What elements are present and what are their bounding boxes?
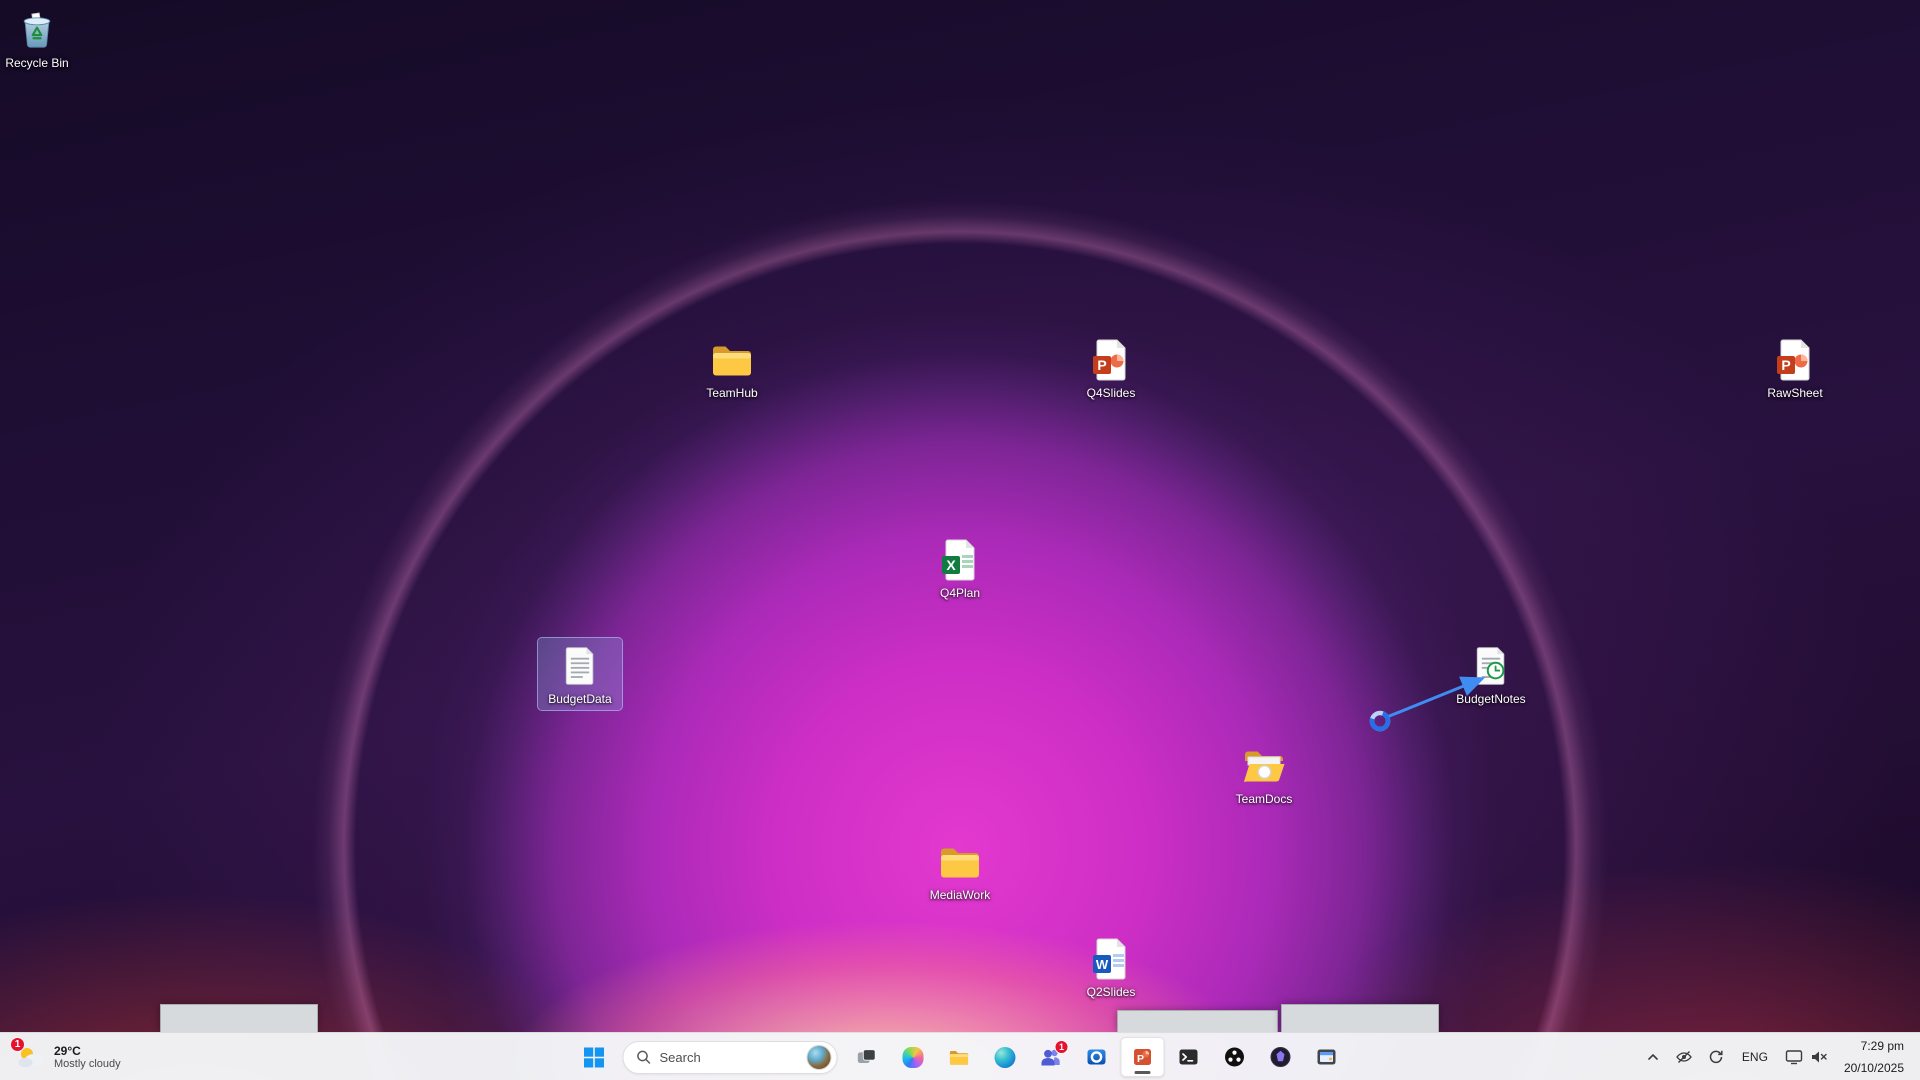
desktop-screen: Recycle Bin TeamHub P Q4Slides: [0, 0, 1920, 1080]
taskbar-button-window-app[interactable]: [1305, 1037, 1349, 1077]
recycle-bin-icon: [13, 6, 61, 54]
outlook-icon: [1086, 1046, 1108, 1068]
edge-icon: [994, 1047, 1015, 1068]
powerpoint-file-icon: P: [1771, 336, 1819, 384]
dark-circle-app-icon: [1270, 1046, 1292, 1068]
background-window-strip-3[interactable]: [1281, 1004, 1439, 1032]
svg-text:P: P: [1781, 357, 1790, 373]
desktop-icon-teamhub[interactable]: TeamHub: [690, 332, 774, 404]
folder-icon: [708, 336, 756, 384]
icon-label: Q4Plan: [940, 587, 980, 601]
taskbar-button-outlook[interactable]: [1075, 1037, 1119, 1077]
background-window-strip-1[interactable]: [160, 1004, 318, 1032]
taskbar-button-terminal[interactable]: [1167, 1037, 1211, 1077]
taskbar: 1 29°C Mostly cloudy: [0, 1032, 1920, 1080]
volume-muted-icon: [1810, 1049, 1828, 1065]
teams-badge: 1: [1055, 1040, 1069, 1054]
document-icon: [556, 642, 604, 690]
taskbar-button-task-view[interactable]: [845, 1037, 889, 1077]
background-window-strip-2[interactable]: [1117, 1010, 1278, 1032]
chevron-up-icon: [1645, 1049, 1661, 1065]
svg-text:P: P: [1097, 357, 1106, 373]
icon-label: BudgetData: [548, 693, 611, 707]
file-explorer-icon: [947, 1046, 970, 1069]
desktop-icon-recycle-bin[interactable]: Recycle Bin: [0, 2, 79, 74]
excel-file-icon: X: [936, 536, 984, 584]
tray-eye-off-button[interactable]: [1669, 1037, 1699, 1077]
terminal-icon: [1178, 1046, 1200, 1068]
weather-badge: 1: [10, 1037, 25, 1052]
powerpoint-file-icon: P: [1087, 336, 1135, 384]
system-tray-icons[interactable]: [1779, 1037, 1834, 1077]
tray-sync-button[interactable]: [1701, 1037, 1731, 1077]
copilot-icon: [902, 1047, 923, 1068]
svg-text:X: X: [946, 557, 956, 573]
document-clock-icon: [1467, 642, 1515, 690]
icon-label: MediaWork: [930, 889, 990, 903]
clock[interactable]: 7:29 pm 20/10/2025: [1836, 1037, 1916, 1077]
icon-label: BudgetNotes: [1456, 693, 1525, 707]
obs-studio-icon: [1224, 1046, 1246, 1068]
start-button[interactable]: [572, 1037, 616, 1077]
weather-widget[interactable]: 1 29°C Mostly cloudy: [6, 1036, 131, 1078]
svg-text:P: P: [1137, 1053, 1144, 1065]
display-icon: [1785, 1049, 1803, 1065]
taskbar-button-obs[interactable]: [1213, 1037, 1257, 1077]
folder-open-icon: [1240, 742, 1288, 790]
sync-icon: [1707, 1048, 1725, 1066]
search-label: Search: [660, 1050, 799, 1065]
desktop-icon-q4slides[interactable]: P Q4Slides: [1069, 332, 1153, 404]
task-view-icon: [856, 1046, 878, 1068]
taskbar-button-teams[interactable]: 1: [1029, 1037, 1073, 1077]
desktop-icon-rawsheet[interactable]: P RawSheet: [1753, 332, 1837, 404]
desktop-icon-teamdocs[interactable]: TeamDocs: [1222, 738, 1306, 810]
taskbar-button-copilot[interactable]: [891, 1037, 935, 1077]
search-daily-image[interactable]: [807, 1045, 832, 1070]
word-file-icon: W: [1087, 935, 1135, 983]
desktop-icon-mediawork[interactable]: MediaWork: [918, 834, 1002, 906]
desktop-icon-budgetdata[interactable]: BudgetData: [538, 638, 622, 710]
folder-icon: [936, 838, 984, 886]
icon-label: Q4Slides: [1087, 387, 1136, 401]
icon-label: Q2Slides: [1087, 986, 1136, 1000]
weather-temp: 29°C: [54, 1044, 121, 1058]
taskbar-button-file-explorer[interactable]: [937, 1037, 981, 1077]
icon-label: Recycle Bin: [5, 57, 68, 71]
taskbar-button-powerpoint[interactable]: P: [1121, 1037, 1165, 1077]
desktop-icon-q4plan[interactable]: X Q4Plan: [918, 532, 1002, 604]
language-switcher[interactable]: ENG: [1733, 1037, 1777, 1077]
icon-label: RawSheet: [1767, 387, 1822, 401]
taskbar-button-dark-app[interactable]: [1259, 1037, 1303, 1077]
clock-date: 20/10/2025: [1844, 1061, 1904, 1076]
windows-logo-icon: [583, 1047, 604, 1068]
taskbar-button-edge[interactable]: [983, 1037, 1027, 1077]
powerpoint-icon: P: [1132, 1046, 1154, 1068]
clock-time: 7:29 pm: [1861, 1039, 1904, 1054]
desktop-icon-q2slides[interactable]: W Q2Slides: [1069, 931, 1153, 1003]
icon-label: TeamHub: [706, 387, 757, 401]
tray-chevron-button[interactable]: [1639, 1037, 1667, 1077]
eye-off-icon: [1675, 1048, 1693, 1066]
window-app-icon: [1316, 1046, 1338, 1068]
search-icon: [636, 1049, 652, 1065]
search-box[interactable]: Search: [623, 1041, 838, 1074]
icon-label: TeamDocs: [1236, 793, 1293, 807]
weather-condition: Mostly cloudy: [54, 1058, 121, 1071]
svg-text:W: W: [1096, 957, 1109, 972]
desktop-icon-budgetnotes[interactable]: BudgetNotes: [1449, 638, 1533, 710]
